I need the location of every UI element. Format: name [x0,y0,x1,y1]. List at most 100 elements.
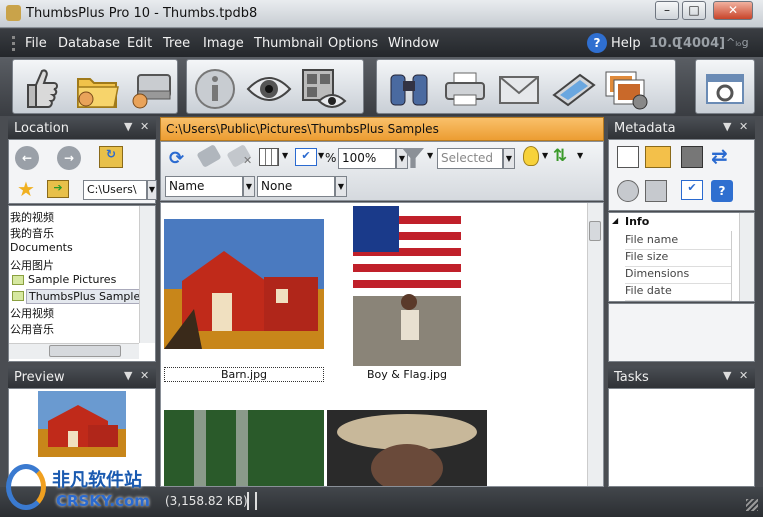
main-toolbar [0,57,763,116]
forward-arrow-icon[interactable]: → [57,146,81,170]
collapse-icon[interactable]: ◢ [612,216,618,225]
dropdown-arrow-icon[interactable]: ▼ [577,151,583,160]
maximize-button[interactable]: □ [682,1,706,20]
pin-icon[interactable]: ▼ [124,369,132,382]
zoom-combo[interactable]: 100% [338,148,396,169]
close-icon[interactable]: ✕ [739,369,748,382]
options-gear-icon[interactable] [701,66,749,112]
menu-database[interactable]: Database [58,36,120,51]
info-icon[interactable] [191,66,239,112]
printer-icon[interactable] [441,66,489,112]
thumbnail-item[interactable] [327,410,487,486]
toolbar-group-tools [376,59,676,114]
edit-metadata-icon[interactable] [617,146,639,168]
thumbnail-item[interactable]: Boy & Flag.jpg [353,206,463,384]
slideshow-eye-icon[interactable] [299,66,347,112]
dropdown-arrow-icon[interactable]: ▼ [282,151,288,160]
location-path-combo[interactable]: C:\Users\ [83,180,147,200]
thumbnail-item[interactable]: Barn.jpg [164,219,324,384]
combo-arrow-icon[interactable]: ▼ [147,180,157,200]
dropdown-arrow-icon[interactable]: ▼ [542,151,548,160]
image-settings-icon[interactable] [603,66,651,112]
tasks-panel: Tasks ▼ ✕ [608,366,755,487]
metadata-view-icon[interactable] [645,146,671,168]
metadata-section-title: Info [625,215,650,228]
resize-grip-icon[interactable] [746,499,758,511]
menu-file[interactable]: File [25,36,47,51]
folder-thumbs-icon[interactable] [73,66,121,112]
menu-edit[interactable]: Edit [127,36,152,51]
tree-item[interactable]: 我的视频 [10,209,54,225]
dropdown-arrow-icon[interactable]: ▼ [318,151,324,160]
metadata-gear-icon[interactable] [617,180,639,202]
eye-icon[interactable] [245,66,293,112]
folder-icon [12,275,24,285]
back-arrow-icon[interactable]: ← [15,146,39,170]
tree-item[interactable]: 公用音乐 [10,321,54,337]
close-icon[interactable]: ✕ [739,120,748,133]
menu-tree[interactable]: Tree [163,36,190,51]
tree-item[interactable]: Sample Pictures [28,273,116,286]
location-nav-area: ← → ↻ ★ ➔ C:\Users\ ▼ [8,139,157,204]
thumbnail-grid: Barn.jpg Boy & Flag.jpg [160,202,604,487]
metadata-scrollbar[interactable] [739,213,754,301]
thumbnail-item[interactable] [164,410,324,486]
thumbs-up-icon[interactable] [17,66,65,112]
close-icon[interactable]: ✕ [140,120,149,133]
pin-icon[interactable]: ▼ [723,369,731,382]
tree-item[interactable]: Documents [10,241,73,254]
select-checklist-icon[interactable]: ✔ [295,148,317,166]
sync-icon[interactable]: ⇄ [711,144,728,168]
untag-x-icon: ✕ [243,154,253,167]
tag-icon[interactable] [196,144,222,168]
view-mode-icon[interactable] [259,148,279,166]
metadata-help-icon[interactable]: ? [711,180,733,202]
tree-vertical-scrollbar[interactable] [139,206,155,343]
combo-arrow-icon[interactable]: ▼ [503,148,515,169]
metadata-remove-icon[interactable] [645,180,667,202]
tree-item[interactable]: 公用图片 [10,257,54,273]
log-icon[interactable]: ^ₗₒg [726,36,749,49]
scanner-icon[interactable] [549,66,597,112]
combo-arrow-icon[interactable]: ▼ [335,176,347,197]
tree-item[interactable]: 公用视频 [10,305,54,321]
close-icon[interactable]: ✕ [140,369,149,382]
binoculars-icon[interactable] [385,66,433,112]
save-icon[interactable] [681,146,703,168]
help-icon[interactable]: ? [587,33,607,53]
combo-arrow-icon[interactable]: ▼ [243,176,255,197]
sort-primary-combo[interactable]: Name [165,176,243,197]
drive-thumbs-icon[interactable] [127,66,175,112]
menu-image[interactable]: Image [203,36,244,51]
filter-combo[interactable]: Selected [437,148,503,169]
pin-icon[interactable]: ▼ [124,120,132,133]
metadata-checklist-icon[interactable]: ✔ [681,180,703,200]
refresh-folder-icon[interactable]: ↻ [99,146,123,168]
menu-bar: File Database Edit Tree Image Thumbnail … [0,29,763,57]
scrollbar-thumb[interactable] [589,221,601,241]
menu-help[interactable]: Help [611,36,641,51]
sort-arrows-icon[interactable]: ⇅ [553,146,567,166]
dropdown-arrow-icon[interactable]: ▼ [427,151,433,160]
menu-thumbnail[interactable]: Thumbnail [254,36,323,51]
go-folder-icon[interactable]: ➔ [47,180,69,198]
refresh-icon[interactable]: ⟳ [169,148,184,169]
tree-item-selected[interactable]: ThumbsPlus Samples [26,289,149,304]
toolbar-group-view [186,59,364,114]
email-icon[interactable] [495,66,543,112]
pin-icon[interactable]: ▼ [723,120,731,133]
menu-options[interactable]: Options [328,36,378,51]
menu-window[interactable]: Window [388,36,439,51]
minimize-button[interactable]: – [655,1,679,20]
sort-secondary-combo[interactable]: None [257,176,335,197]
watermark-title: 非凡软件站 [52,470,142,491]
tree-item[interactable]: 我的音乐 [10,225,54,241]
lightbulb-icon[interactable] [523,146,539,166]
close-button[interactable]: ✕ [713,1,753,20]
tasks-panel-header: Tasks ▼ ✕ [608,366,755,388]
grid-vertical-scrollbar[interactable] [587,203,603,486]
favorites-star-icon[interactable]: ★ [17,177,35,201]
man-hat-thumbnail-image [327,410,487,486]
scrollbar-thumb[interactable] [49,345,121,357]
folder-tree: 我的视频 我的音乐 Documents 公用图片 Sample Pictures… [8,205,156,362]
